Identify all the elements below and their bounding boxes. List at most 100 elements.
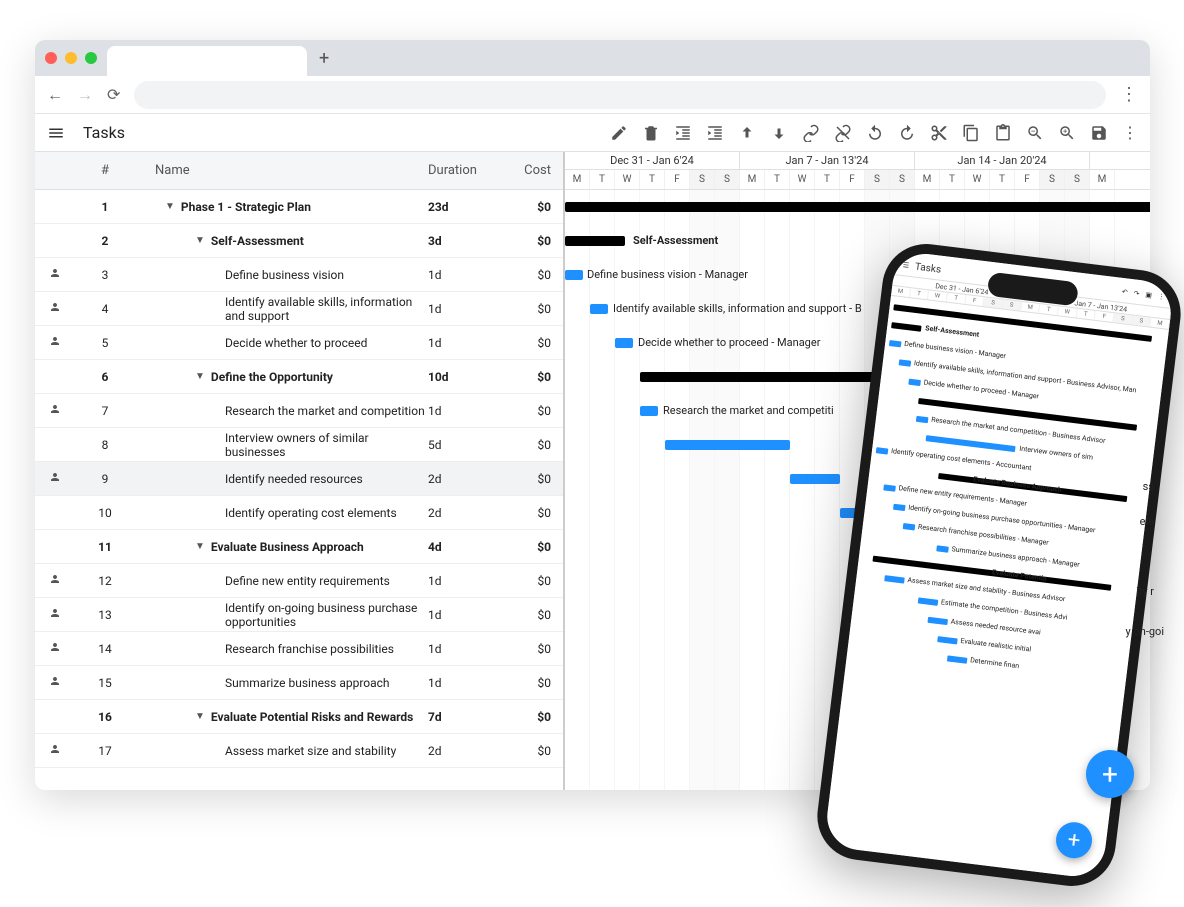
save-icon[interactable]: [1090, 123, 1108, 142]
save-icon[interactable]: ▣: [1145, 291, 1153, 300]
expand-icon[interactable]: ▼: [195, 235, 205, 246]
address-bar[interactable]: [134, 81, 1106, 109]
task-row[interactable]: 5 Decide whether to proceed 1d $0: [35, 326, 563, 360]
row-num: 13: [75, 608, 135, 622]
new-tab-button[interactable]: +: [319, 48, 329, 69]
task-row[interactable]: 6 ▼Define the Opportunity 10d $0: [35, 360, 563, 394]
task-row[interactable]: 15 Summarize business approach 1d $0: [35, 666, 563, 700]
row-name: Decide whether to proceed: [135, 336, 428, 350]
task-bar[interactable]: [640, 406, 658, 416]
col-duration[interactable]: Duration: [428, 163, 508, 178]
task-bar[interactable]: [883, 484, 896, 491]
task-bar[interactable]: [916, 416, 929, 423]
expand-icon[interactable]: ▼: [195, 711, 205, 722]
cut-icon[interactable]: [930, 123, 948, 142]
task-bar[interactable]: [927, 617, 948, 625]
task-bar[interactable]: [936, 545, 949, 552]
task-bar[interactable]: [615, 338, 633, 348]
maximize-window-icon[interactable]: [85, 52, 97, 64]
expand-icon[interactable]: ▼: [195, 371, 205, 382]
task-row[interactable]: 8 Interview owners of similar businesses…: [35, 428, 563, 462]
task-bar[interactable]: [947, 655, 968, 663]
summary-bar[interactable]: [565, 236, 625, 246]
task-row[interactable]: 16 ▼Evaluate Potential Risks and Rewards…: [35, 700, 563, 734]
task-bar[interactable]: [565, 270, 583, 280]
row-duration: 10d: [428, 370, 508, 384]
task-row[interactable]: 3 Define business vision 1d $0: [35, 258, 563, 292]
row-name: Identify operating cost elements: [135, 506, 428, 520]
task-bar[interactable]: [790, 474, 840, 484]
task-bar[interactable]: [908, 379, 921, 386]
back-icon[interactable]: ←: [47, 85, 63, 105]
task-bar[interactable]: [893, 504, 906, 511]
col-num[interactable]: #: [75, 163, 135, 178]
expand-icon[interactable]: ▼: [195, 541, 205, 552]
add-task-fab[interactable]: +: [1054, 820, 1094, 860]
row-cost: $0: [508, 370, 563, 384]
peek-label: ity r: [1136, 585, 1154, 598]
reload-icon[interactable]: ⟳: [107, 85, 120, 104]
copy-icon[interactable]: [962, 123, 980, 142]
task-row[interactable]: 14 Research franchise possibilities 1d $…: [35, 632, 563, 666]
edit-icon[interactable]: [610, 123, 628, 142]
task-bar[interactable]: [590, 304, 608, 314]
task-bar[interactable]: [884, 575, 905, 583]
zoom-out-icon[interactable]: [1026, 123, 1044, 142]
task-row[interactable]: 4 Identify available skills, information…: [35, 292, 563, 326]
outdent-icon[interactable]: [674, 123, 692, 142]
task-bar[interactable]: [876, 447, 889, 454]
indent-icon[interactable]: [706, 123, 724, 142]
menu-icon[interactable]: ☰: [902, 261, 909, 270]
col-name[interactable]: Name: [135, 163, 428, 178]
unlink-icon[interactable]: [834, 123, 852, 142]
row-num: 4: [75, 302, 135, 316]
task-bar[interactable]: [889, 340, 902, 347]
menu-icon[interactable]: [47, 124, 65, 142]
task-row[interactable]: 17 Assess market size and stability 2d $…: [35, 734, 563, 768]
more-icon[interactable]: ⋮: [1157, 292, 1165, 301]
task-row[interactable]: 13 Identify on-going business purchase o…: [35, 598, 563, 632]
task-bar[interactable]: [903, 523, 916, 530]
undo-icon[interactable]: [866, 123, 884, 142]
zoom-in-icon[interactable]: [1058, 123, 1076, 142]
task-row[interactable]: 1 ▼Phase 1 - Strategic Plan 23d $0: [35, 190, 563, 224]
day-header: S: [690, 170, 715, 189]
add-task-fab[interactable]: +: [1086, 750, 1134, 798]
day-header: T: [940, 170, 965, 189]
task-row[interactable]: 9 Identify needed resources 2d $0: [35, 462, 563, 496]
close-window-icon[interactable]: [45, 52, 57, 64]
task-row[interactable]: 11 ▼Evaluate Business Approach 4d $0: [35, 530, 563, 564]
task-bar[interactable]: [937, 636, 958, 644]
bar-label: Define business vision - Manager: [587, 268, 748, 281]
more-icon[interactable]: ⋮: [1122, 123, 1138, 142]
summary-bar[interactable]: [565, 202, 1150, 212]
link-icon[interactable]: [802, 123, 820, 142]
expand-icon[interactable]: ▼: [165, 201, 175, 212]
task-bar[interactable]: [665, 440, 790, 450]
summary-bar[interactable]: [640, 372, 890, 382]
row-duration: 1d: [428, 608, 508, 622]
paste-icon[interactable]: [994, 123, 1012, 142]
day-header: T: [590, 170, 615, 189]
task-row[interactable]: 2 ▼Self-Assessment 3d $0: [35, 224, 563, 258]
task-bar[interactable]: [918, 597, 939, 605]
browser-menu-icon[interactable]: ⋮: [1120, 84, 1138, 105]
undo-icon[interactable]: ↶: [1121, 288, 1128, 297]
row-cost: $0: [508, 744, 563, 758]
delete-icon[interactable]: [642, 123, 660, 142]
task-row[interactable]: 12 Define new entity requirements 1d $0: [35, 564, 563, 598]
task-row[interactable]: 7 Research the market and competition 1d…: [35, 394, 563, 428]
redo-icon[interactable]: [898, 123, 916, 142]
arrow-down-icon[interactable]: [770, 123, 788, 142]
redo-icon[interactable]: ↷: [1133, 289, 1140, 298]
task-row[interactable]: 10 Identify operating cost elements 2d $…: [35, 496, 563, 530]
arrow-up-icon[interactable]: [738, 123, 756, 142]
summary-bar[interactable]: [891, 322, 922, 332]
minimize-window-icon[interactable]: [65, 52, 77, 64]
task-bar[interactable]: [899, 359, 912, 366]
browser-tab[interactable]: [107, 46, 307, 76]
day-header: F: [840, 170, 865, 189]
row-type-icon: [35, 335, 75, 350]
col-cost[interactable]: Cost: [508, 163, 563, 178]
forward-icon[interactable]: →: [77, 85, 93, 105]
